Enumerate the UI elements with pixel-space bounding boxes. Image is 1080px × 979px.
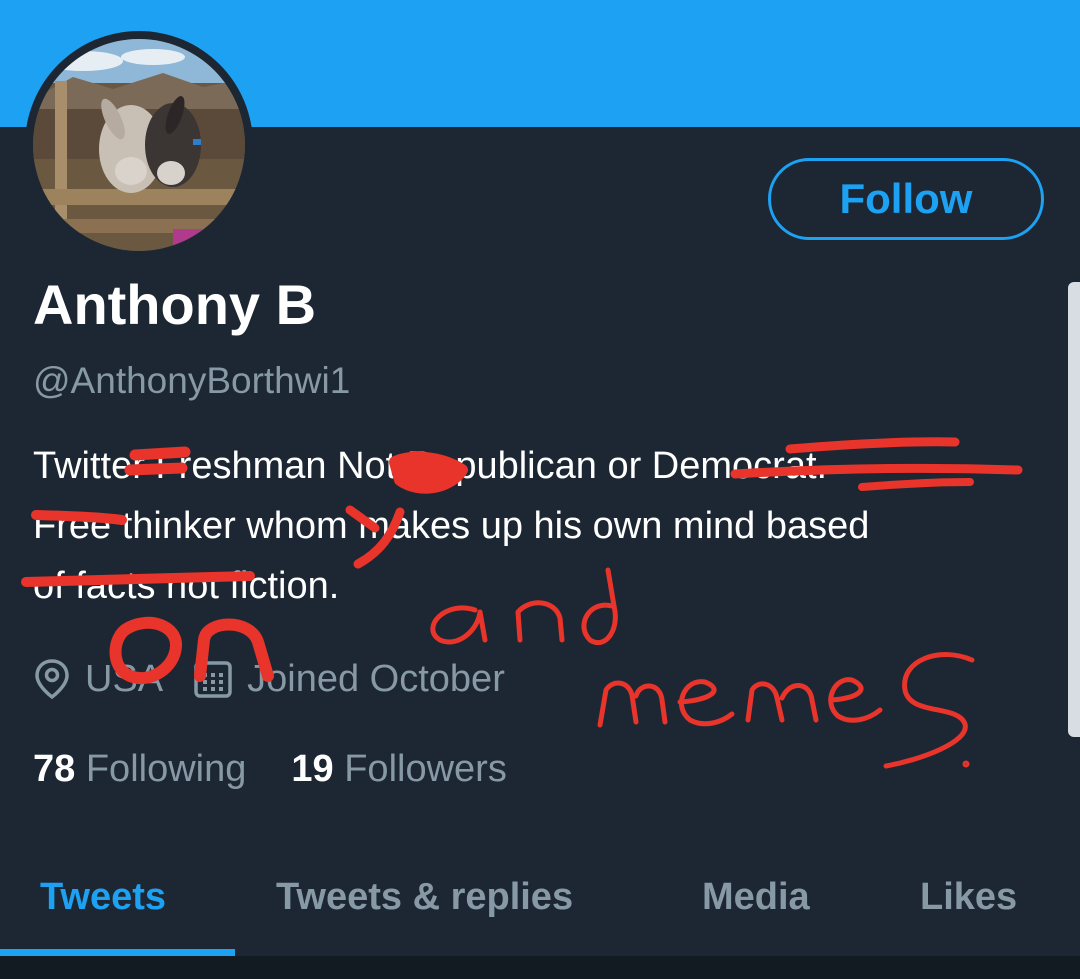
location-text: USA — [85, 657, 164, 700]
bio: Twitter Freshman Not Republican or Democ… — [33, 436, 1043, 616]
joined-text: Joined October — [247, 657, 505, 700]
avatar-photo — [33, 39, 245, 251]
scrollbar[interactable] — [1068, 282, 1080, 737]
avatar[interactable] — [25, 31, 253, 259]
following-count: 78 — [33, 748, 76, 790]
following-stat[interactable]: 78 Following — [33, 742, 246, 796]
followers-stat[interactable]: 19 Followers — [291, 742, 506, 796]
follow-stats: 78 Following 19 Followers — [33, 742, 552, 796]
active-tab-indicator — [0, 949, 235, 956]
tab-media[interactable]: Media — [702, 872, 810, 922]
bio-line-3: of facts not fiction. — [33, 565, 340, 607]
profile-tabs: Tweets Tweets & replies Media Likes — [0, 860, 1080, 956]
bio-line-1: Twitter Freshman Not Republican or Democ… — [33, 445, 828, 487]
calendar-icon — [193, 659, 233, 699]
scribble-period — [962, 760, 970, 768]
tab-tweets[interactable]: Tweets — [40, 872, 166, 922]
tab-bar-bottom — [0, 956, 1080, 979]
profile-meta: USA Joined October — [33, 652, 505, 706]
user-handle: @AnthonyBorthwi1 — [33, 360, 351, 401]
scribble-memes — [597, 652, 975, 769]
following-label: Following — [85, 748, 247, 790]
map-pin-icon — [33, 658, 71, 700]
follow-button[interactable]: Follow — [768, 158, 1044, 240]
followers-count: 19 — [291, 748, 334, 790]
display-name: Anthony B — [33, 273, 317, 336]
tab-likes[interactable]: Likes — [920, 872, 1017, 922]
tab-tweets-replies[interactable]: Tweets & replies — [276, 872, 573, 922]
followers-label: Followers — [344, 748, 507, 790]
bio-line-2: Free thinker whom makes up his own mind … — [33, 505, 870, 547]
